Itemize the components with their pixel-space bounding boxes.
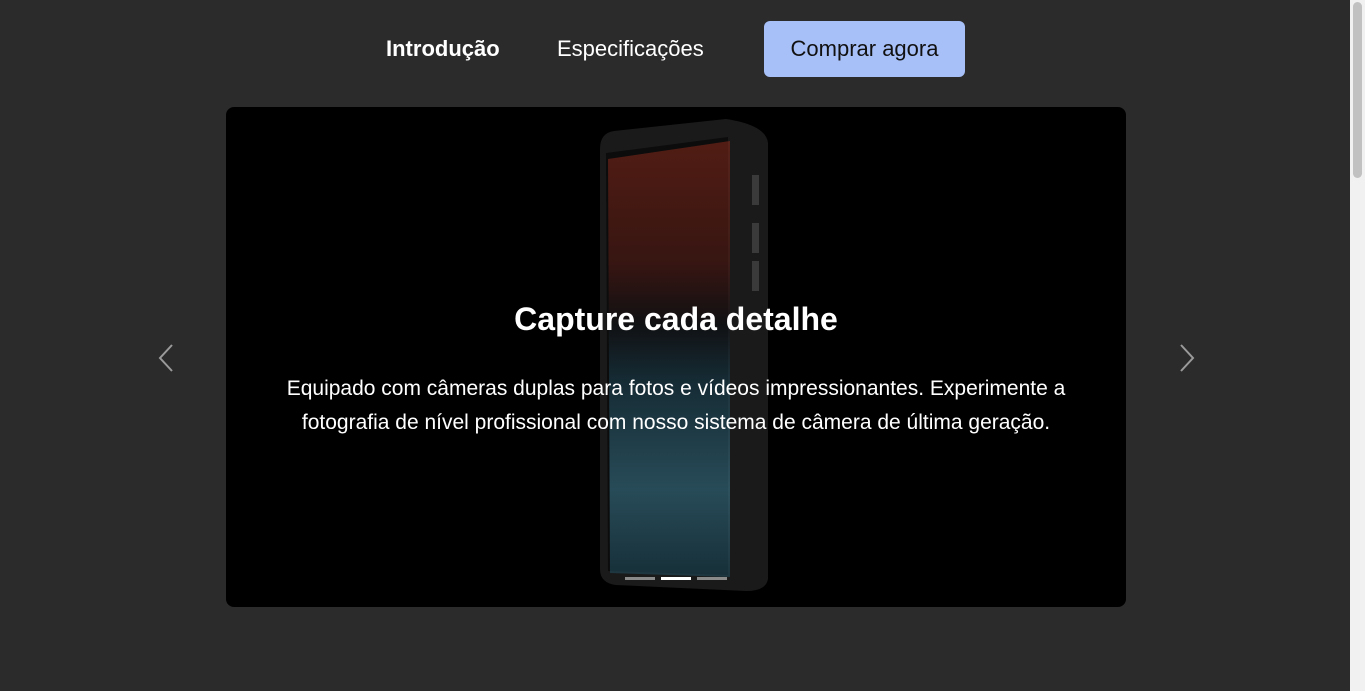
top-nav: Introdução Especificações Comprar agora (0, 21, 1350, 77)
carousel-indicators (625, 577, 735, 581)
page: Introdução Especificações Comprar agora (0, 0, 1350, 691)
carousel-indicator-1[interactable] (625, 577, 655, 580)
scrollbar-thumb[interactable] (1353, 2, 1362, 178)
phone-image (596, 119, 772, 591)
carousel-indicator-3[interactable] (697, 577, 727, 580)
page-scrollbar[interactable] (1350, 0, 1365, 691)
slide-description: Equipado com câmeras duplas para fotos e… (286, 377, 1066, 434)
carousel: Capture cada detalhe Equipado com câmera… (226, 107, 1126, 607)
carousel-next-button[interactable] (1174, 340, 1198, 376)
slide-title: Capture cada detalhe (514, 301, 838, 337)
carousel-prev-button[interactable] (155, 340, 179, 376)
nav-link-especificacoes[interactable]: Especificações (557, 35, 704, 63)
chevron-left-icon (158, 344, 173, 372)
buy-now-button[interactable]: Comprar agora (764, 21, 965, 77)
chevron-right-icon (1180, 344, 1195, 372)
carousel-indicator-2[interactable] (661, 577, 691, 580)
nav-link-introducao[interactable]: Introdução (386, 35, 500, 63)
